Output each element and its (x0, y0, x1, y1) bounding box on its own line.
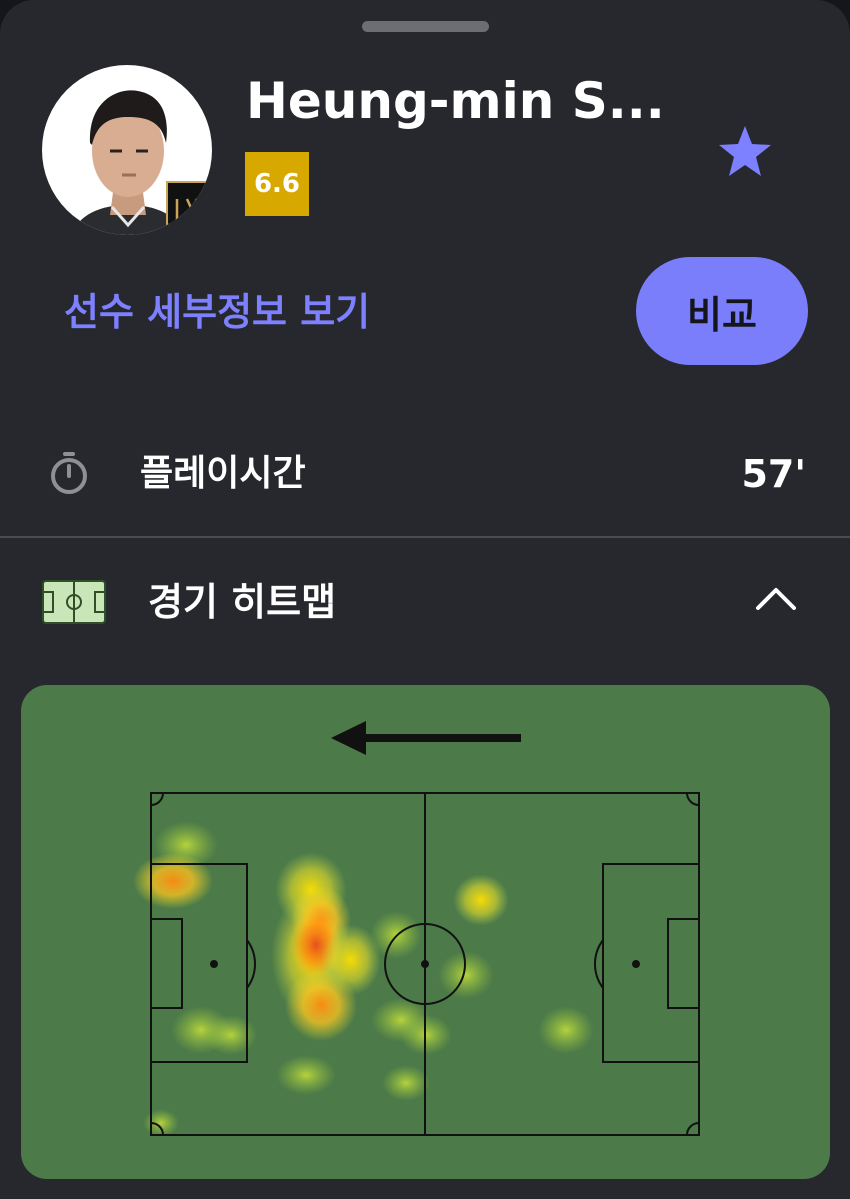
pitch-lines (150, 792, 700, 1136)
heatmap-card (21, 685, 830, 1179)
playtime-value: 57' (741, 452, 806, 496)
heatmap-pitch (133, 721, 700, 1137)
chevron-up-icon[interactable] (752, 582, 800, 614)
section-divider (0, 536, 850, 538)
compare-button[interactable]: 비교 (636, 257, 808, 365)
arrow-left-icon (331, 721, 521, 755)
stopwatch-icon (51, 452, 87, 494)
player-photo (72, 90, 208, 235)
player-details-link[interactable]: 선수 세부정보 보기 (64, 282, 370, 342)
star-icon[interactable] (716, 123, 774, 181)
lafc-crest-icon (166, 181, 208, 235)
player-avatar (42, 65, 212, 235)
player-bottom-sheet: Heung-min S... 6.6 선수 세부정보 보기 비교 플레이시간 5… (0, 0, 850, 1199)
heatmap-section-title: 경기 히트맵 (148, 580, 337, 624)
playtime-label: 플레이시간 (140, 453, 306, 494)
player-name: Heung-min S... (246, 72, 665, 130)
heatmap-section-header[interactable]: 경기 히트맵 (0, 560, 850, 644)
heat-blobs (133, 821, 594, 1137)
playtime-row: 플레이시간 57' (0, 430, 850, 520)
player-rating-badge: 6.6 (245, 152, 309, 216)
pitch-icon (42, 580, 106, 624)
drag-handle[interactable] (362, 21, 489, 32)
